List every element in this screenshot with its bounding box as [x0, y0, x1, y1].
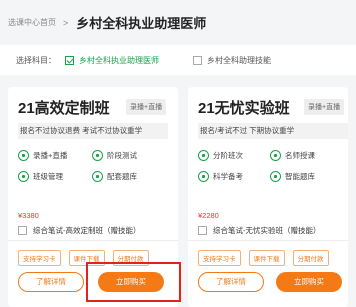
- breadcrumb: 选课中心首页 > 乡村全科执业助理医师: [0, 0, 356, 45]
- buy-now-button[interactable]: 立即购买: [276, 272, 342, 292]
- subject-filter-label: 选择科目：: [16, 55, 56, 65]
- feature-item: 配套题库: [92, 171, 137, 182]
- subject-option-general-assistant[interactable]: 乡村全科执业助理医师: [65, 55, 159, 66]
- feature-label: 名师授课: [285, 151, 315, 160]
- subject-filter: 选择科目： 乡村全科执业助理医师 乡村全科助理技能: [0, 45, 356, 75]
- buy-now-button[interactable]: 立即购买: [98, 272, 164, 292]
- checkbox-icon[interactable]: [18, 226, 27, 235]
- course-card-custom: 21高效定制班 录播+直播 报名不过协议退费 考试不过协议重学 录播+直播 阶段…: [8, 87, 178, 307]
- divider: [188, 240, 348, 241]
- smart-question-bank-icon: [270, 171, 281, 182]
- course-price: ¥2280: [198, 211, 219, 220]
- feature-item: 科学备考: [198, 171, 243, 182]
- course-price: ¥3380: [18, 211, 39, 220]
- badge-courseware-download: 课件下载: [68, 250, 105, 266]
- divider: [8, 240, 178, 241]
- course-combo-option[interactable]: 综合笔试-无忧实验班（赠技能）: [198, 225, 321, 236]
- tiered-class-icon: [198, 150, 209, 161]
- feature-item: 阶段测试: [92, 150, 137, 161]
- course-description: 报名/考试不过 下期协议重学: [198, 123, 348, 139]
- feature-label: 阶段测试: [107, 151, 137, 160]
- course-name: 21无忧实验班: [198, 100, 290, 117]
- checkbox-checked-icon[interactable]: [65, 55, 74, 65]
- class-management-icon: [18, 171, 29, 182]
- view-details-button[interactable]: 了解详情: [18, 272, 84, 292]
- subject-option-label: 乡村全科执业助理医师: [79, 55, 159, 65]
- badge-study-card: 支持学习卡: [18, 250, 61, 266]
- course-name: 21高效定制班: [18, 100, 110, 117]
- combo-label: 综合笔试-无忧实验班（赠技能）: [213, 226, 321, 235]
- feature-item: 智能题库: [270, 171, 315, 182]
- badge-study-card: 支持学习卡: [198, 250, 241, 266]
- feature-label: 班级管理: [33, 172, 63, 181]
- feature-badges: 支持学习卡 课件下载 分期付款: [198, 250, 329, 266]
- badge-installment: 分期付款: [112, 250, 149, 266]
- course-card-worry-free: 21无忧实验班 录播+直播 报名/考试不过 下期协议重学 分阶班次 名师授课 科…: [188, 87, 348, 307]
- breadcrumb-separator: >: [63, 17, 69, 28]
- badge-installment: 分期付款: [292, 250, 329, 266]
- course-type-tag: 录播+直播: [304, 99, 345, 115]
- video-icon: [18, 150, 29, 161]
- page-title: 乡村全科执业助理医师: [76, 16, 207, 31]
- feature-item: 班级管理: [18, 171, 63, 182]
- course-description: 报名不过协议退费 考试不过协议重学: [18, 123, 168, 139]
- breadcrumb-home-link[interactable]: 选课中心首页: [8, 17, 56, 28]
- test-icon: [92, 150, 103, 161]
- feature-item: 分阶班次: [198, 150, 243, 161]
- subject-option-label: 乡村全科助理技能: [207, 55, 271, 65]
- feature-badges: 支持学习卡 课件下载 分期付款: [18, 250, 149, 266]
- checkbox-icon[interactable]: [198, 226, 207, 235]
- teacher-icon: [270, 150, 281, 161]
- checkbox-icon[interactable]: [193, 55, 202, 65]
- badge-courseware-download: 课件下载: [248, 250, 285, 266]
- course-type-tag: 录播+直播: [126, 99, 167, 115]
- course-combo-option[interactable]: 综合笔试-高效定制班（赠技能）: [18, 225, 141, 236]
- view-details-button[interactable]: 了解详情: [198, 272, 264, 292]
- combo-label: 综合笔试-高效定制班（赠技能）: [33, 226, 141, 235]
- feature-item: 名师授课: [270, 150, 315, 161]
- feature-label: 分阶班次: [213, 151, 243, 160]
- feature-label: 配套题库: [107, 172, 137, 181]
- subject-option-skills[interactable]: 乡村全科助理技能: [193, 55, 271, 66]
- feature-label: 智能题库: [285, 172, 315, 181]
- study-plan-icon: [198, 171, 209, 182]
- feature-item: 录播+直播: [18, 150, 67, 161]
- feature-label: 科学备考: [213, 172, 243, 181]
- feature-label: 录播+直播: [33, 151, 68, 160]
- question-bank-icon: [92, 171, 103, 182]
